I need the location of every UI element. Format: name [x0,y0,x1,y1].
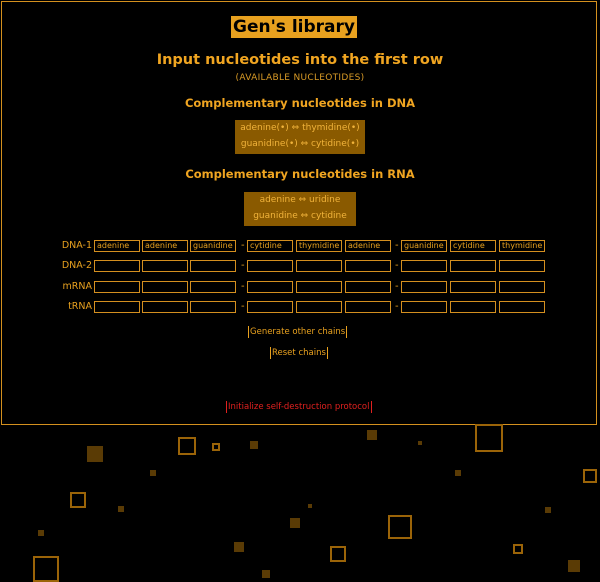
codon-separator: - [395,240,399,251]
decorative-square [545,507,551,513]
chain-cell[interactable] [499,281,545,293]
generate-chains-button[interactable]: Generate other chains [248,326,348,338]
decorative-square [150,470,156,476]
decorative-square [388,515,412,539]
codon-separator: - [395,260,399,271]
self-destruct-button[interactable]: Initialize self-destruction protocol [226,401,372,413]
row-label-0: DNA-1 [61,240,92,251]
chain-cell[interactable]: thymidine [499,240,545,252]
chain-cell[interactable] [345,301,391,313]
decorative-square [262,570,270,578]
dna-pairs-box: adenine(•) ⇔ thymidine(•) guanidine(•) ⇔… [235,120,365,154]
instruction-heading: Input nucleotides into the first row [156,52,444,68]
rna-pair-2: guanidine ⇔ cytidine [253,211,347,221]
chain-cell[interactable]: adenine [142,240,188,252]
chain-cell[interactable] [450,301,496,313]
chain-cell[interactable] [401,260,447,272]
decorative-square [178,437,196,455]
chain-cell[interactable] [142,281,188,293]
chain-cell[interactable] [94,301,140,313]
decorative-square [234,542,244,552]
chain-cell[interactable] [345,260,391,272]
app-title: Gen's library [231,16,357,38]
decorative-square [330,546,346,562]
chain-cell[interactable] [450,281,496,293]
decorative-square [308,504,312,508]
chain-cell[interactable] [296,260,342,272]
rna-heading: Complementary nucleotides in RNA [185,167,415,181]
reset-chains-button[interactable]: Reset chains [270,347,328,359]
chain-cell[interactable]: cytidine [450,240,496,252]
decorative-square [118,506,124,512]
rna-pair-1: adenine ⇔ uridine [259,195,341,205]
decorative-square [290,518,300,528]
chain-cell[interactable] [94,281,140,293]
rna-pairs-box: adenine ⇔ uridine guanidine ⇔ cytidine [244,192,356,226]
dna-heading: Complementary nucleotides in DNA [184,96,416,110]
chain-cell[interactable] [190,281,236,293]
codon-separator: - [395,281,399,292]
decorative-square [33,556,59,582]
dna-pair-1: adenine(•) ⇔ thymidine(•) [240,123,360,133]
codon-separator: - [395,301,399,312]
decorative-square [568,560,580,572]
decorative-square [455,470,461,476]
chain-cell[interactable] [296,301,342,313]
decorative-square [418,441,422,445]
chain-cell[interactable]: adenine [94,240,140,252]
row-label-2: mRNA [62,281,92,292]
decorative-square [250,441,258,449]
codon-separator: - [241,260,245,271]
chain-cell[interactable] [401,301,447,313]
chain-cell[interactable] [450,260,496,272]
chain-cell[interactable] [499,301,545,313]
chain-cell[interactable]: cytidine [247,240,293,252]
chain-cell[interactable]: guanidine [401,240,447,252]
decorative-square [70,492,86,508]
chain-cell[interactable] [296,281,342,293]
row-label-3: tRNA [68,301,92,312]
dna-pair-2: guanidine(•) ⇔ cytidine(•) [240,139,360,149]
available-nucleotides-label: (AVAILABLE NUCLEOTIDES) [235,73,365,83]
chain-cell[interactable] [190,260,236,272]
chain-cell[interactable] [142,301,188,313]
chain-cell[interactable] [142,260,188,272]
chain-cell[interactable] [247,301,293,313]
decorative-square [38,530,44,536]
chain-cell[interactable] [345,281,391,293]
decorative-square [583,469,597,483]
decorative-square [475,424,503,452]
chain-cell[interactable] [247,281,293,293]
row-label-1: DNA-2 [61,260,92,271]
chain-cell[interactable] [190,301,236,313]
codon-separator: - [241,301,245,312]
chain-cell[interactable] [401,281,447,293]
codon-separator: - [241,240,245,251]
chain-cell[interactable] [499,260,545,272]
decorative-square [87,446,103,462]
chain-cell[interactable] [94,260,140,272]
decorative-square [212,443,220,451]
chain-cell[interactable]: thymidine [296,240,342,252]
chain-cell[interactable] [247,260,293,272]
codon-separator: - [241,281,245,292]
chain-cell[interactable]: guanidine [190,240,236,252]
decorative-square [513,544,523,554]
chain-cell[interactable]: adenine [345,240,391,252]
decorative-square [367,430,377,440]
